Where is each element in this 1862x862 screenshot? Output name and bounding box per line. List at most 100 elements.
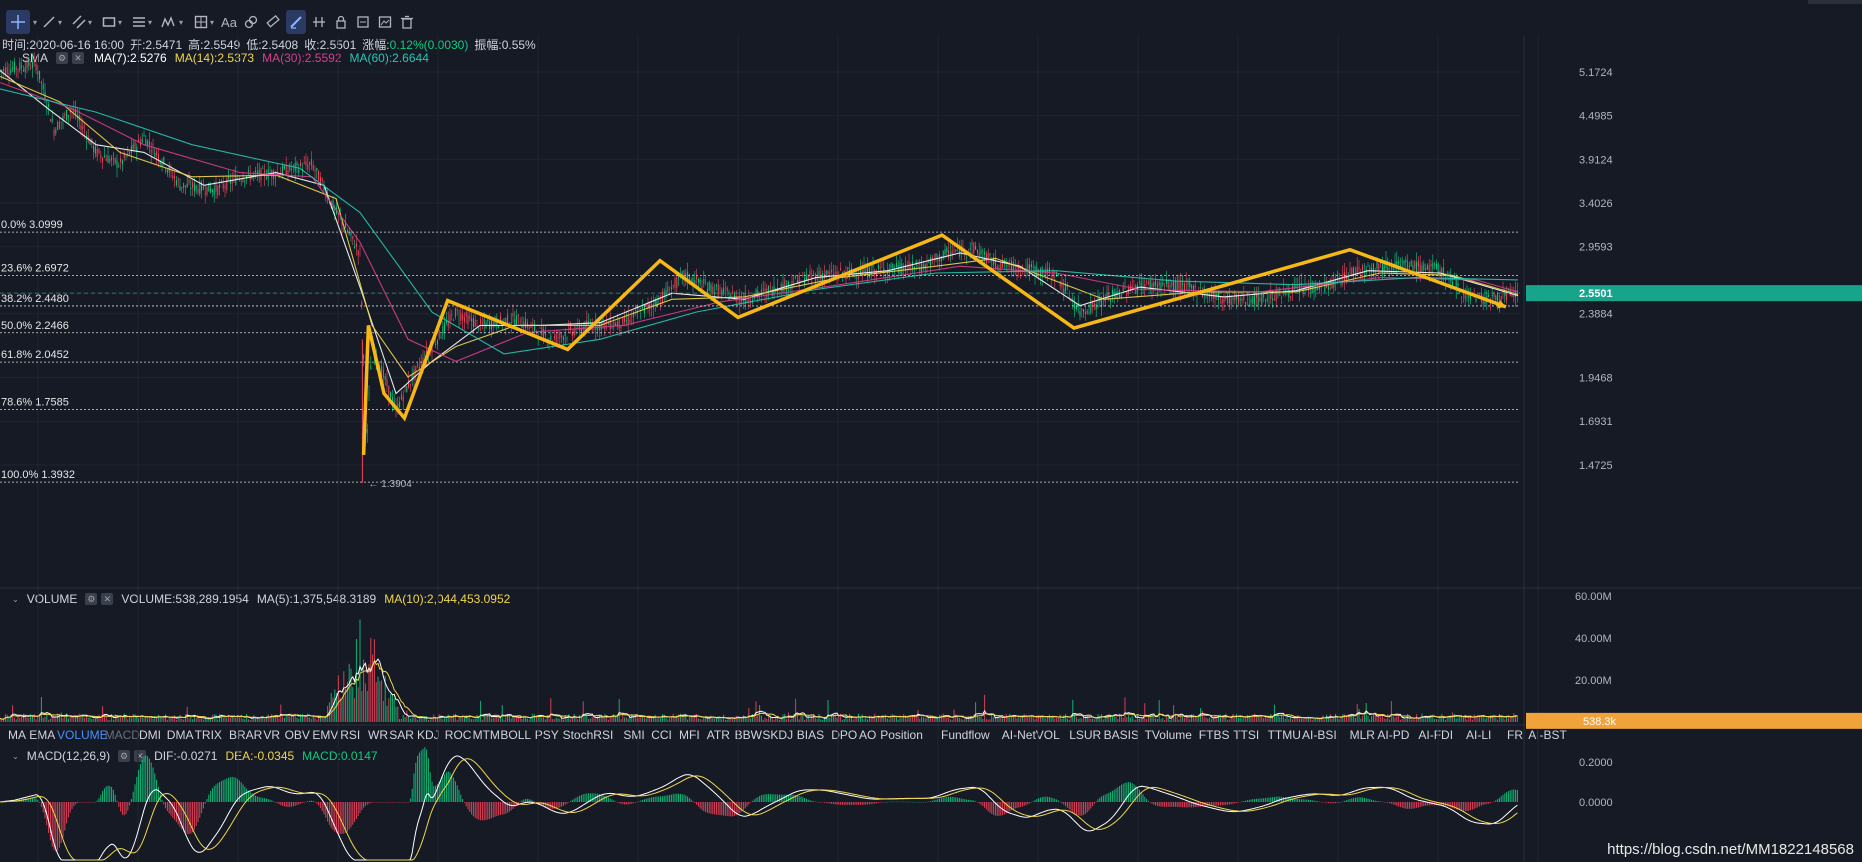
trend-line-icon[interactable]: ▾ xyxy=(40,10,64,34)
tab-boll[interactable]: BOLL xyxy=(500,728,531,742)
volume-bar xyxy=(296,717,298,722)
delete-icon[interactable] xyxy=(398,10,416,34)
hide-drawings-icon[interactable] xyxy=(354,10,372,34)
macd-bar xyxy=(1455,802,1457,810)
settings-icon[interactable]: ⚙ xyxy=(118,750,131,762)
tab-skdj[interactable]: SKDJ xyxy=(762,728,793,742)
collapse-icon[interactable]: ⌄ xyxy=(12,752,19,761)
tab-bbw[interactable]: BBW xyxy=(735,728,762,742)
candle-body xyxy=(118,165,120,167)
tab-obv[interactable]: OBV xyxy=(285,728,310,742)
tab-ai-fdi[interactable]: AI-FDI xyxy=(1418,728,1453,742)
tab-ema[interactable]: EMA xyxy=(29,728,55,742)
tab-ao[interactable]: AO xyxy=(859,728,876,742)
macd-bar xyxy=(1099,797,1101,802)
tab-bias[interactable]: BIAS xyxy=(797,728,824,742)
tab-tvolume[interactable]: TVolume xyxy=(1145,728,1192,742)
screenshot-icon[interactable] xyxy=(376,10,394,34)
tab-mfi[interactable]: MFI xyxy=(679,728,700,742)
candle-body xyxy=(1263,293,1265,298)
tab-stochrsi[interactable]: StochRSI xyxy=(563,728,614,742)
magnet-icon[interactable] xyxy=(310,10,328,34)
tab-position[interactable]: Position xyxy=(880,728,923,742)
fibonacci-icon[interactable]: ▾ xyxy=(130,10,154,34)
close-icon[interactable]: ✕ xyxy=(101,593,114,605)
wave-pattern-icon[interactable]: ▾ xyxy=(160,10,184,34)
tab-ai-li[interactable]: AI-LI xyxy=(1466,728,1491,742)
volume-bar xyxy=(211,715,213,722)
candle-body xyxy=(629,319,631,323)
tab-ai-netvol[interactable]: AI-NetVOL xyxy=(1002,728,1060,742)
tab-wr[interactable]: WR xyxy=(368,728,388,742)
tab-ai-pd[interactable]: AI-PD xyxy=(1377,728,1409,742)
tab-lsur[interactable]: LSUR xyxy=(1069,728,1101,742)
candle-body xyxy=(1232,297,1234,300)
tab-kdj[interactable]: KDJ xyxy=(417,728,440,742)
tab-ftbs[interactable]: FTBS xyxy=(1199,728,1230,742)
measure-icon[interactable]: ▾ xyxy=(192,10,216,34)
macd-bar xyxy=(642,799,644,802)
candle-body xyxy=(465,311,467,317)
tab-sar[interactable]: SAR xyxy=(389,728,414,742)
rectangle-icon[interactable]: ▾ xyxy=(100,10,124,34)
volume-bar xyxy=(908,715,910,722)
macd-bar xyxy=(1358,797,1360,802)
macd-bar xyxy=(1056,799,1058,802)
parallel-channel-icon[interactable]: ▾ xyxy=(70,10,94,34)
tab-cci[interactable]: CCI xyxy=(651,728,672,742)
crosshair-icon[interactable] xyxy=(6,10,30,34)
tab-brar[interactable]: BRAR xyxy=(229,728,262,742)
tab-ttmu[interactable]: TTMU xyxy=(1268,728,1301,742)
tab-ai-bst[interactable]: AI-BST xyxy=(1528,728,1567,742)
macd-bar xyxy=(1306,799,1308,802)
macd-bar xyxy=(676,793,678,802)
close-icon[interactable]: ✕ xyxy=(72,52,85,64)
text-icon[interactable]: Aa xyxy=(220,10,238,34)
macd-bar xyxy=(48,802,50,833)
chevron-down-icon[interactable]: ▾ xyxy=(30,10,38,34)
tab-vr[interactable]: VR xyxy=(263,728,280,742)
candle-body xyxy=(400,394,402,400)
macd-bar xyxy=(831,802,833,804)
tab-mtm[interactable]: MTM xyxy=(473,728,500,742)
volume-bar xyxy=(1101,713,1103,722)
tab-ma[interactable]: MA xyxy=(8,728,26,742)
tab-fundflow[interactable]: Fundflow xyxy=(941,728,990,742)
tab-emv[interactable]: EMV xyxy=(312,728,338,742)
tab-macd[interactable]: MACD xyxy=(105,728,140,742)
tab-dmi[interactable]: DMI xyxy=(139,728,161,742)
tab-basis[interactable]: BASIS xyxy=(1104,728,1139,742)
lock-icon[interactable] xyxy=(332,10,350,34)
draw-mode-icon[interactable] xyxy=(286,10,306,34)
macd-bar xyxy=(1104,794,1106,802)
tab-atr[interactable]: ATR xyxy=(707,728,730,742)
macd-bar xyxy=(899,801,901,803)
candle-body xyxy=(417,364,419,366)
candle-body xyxy=(1086,310,1088,315)
tab-dma[interactable]: DMA xyxy=(167,728,194,742)
volume-bar xyxy=(706,718,708,722)
tab-volume[interactable]: VOLUME xyxy=(57,728,108,742)
tab-ttsi[interactable]: TTSI xyxy=(1233,728,1259,742)
tab-ai-bsi[interactable]: AI-BSI xyxy=(1302,728,1337,742)
ruler-icon[interactable] xyxy=(264,10,282,34)
tab-fr[interactable]: FR xyxy=(1507,728,1523,742)
settings-icon[interactable]: ⚙ xyxy=(85,593,98,605)
tab-psy[interactable]: PSY xyxy=(535,728,559,742)
macd-bar xyxy=(760,795,762,802)
close-icon[interactable]: ✕ xyxy=(134,750,147,762)
collapse-icon[interactable]: ⌄ xyxy=(12,595,19,604)
candle-body xyxy=(730,295,732,297)
candle-body xyxy=(636,310,638,314)
macd-bar xyxy=(229,777,231,802)
tab-rsi[interactable]: RSI xyxy=(340,728,360,742)
settings-icon[interactable]: ⚙ xyxy=(56,52,69,64)
tab-mlr[interactable]: MLR xyxy=(1350,728,1375,742)
volume-bar xyxy=(1203,717,1205,722)
tab-smi[interactable]: SMI xyxy=(623,728,644,742)
tab-roc[interactable]: ROC xyxy=(445,728,472,742)
tab-dpo[interactable]: DPO xyxy=(831,728,857,742)
pattern-icon[interactable] xyxy=(242,10,260,34)
volume-bar xyxy=(1048,714,1050,722)
tab-trix[interactable]: TRIX xyxy=(195,728,222,742)
